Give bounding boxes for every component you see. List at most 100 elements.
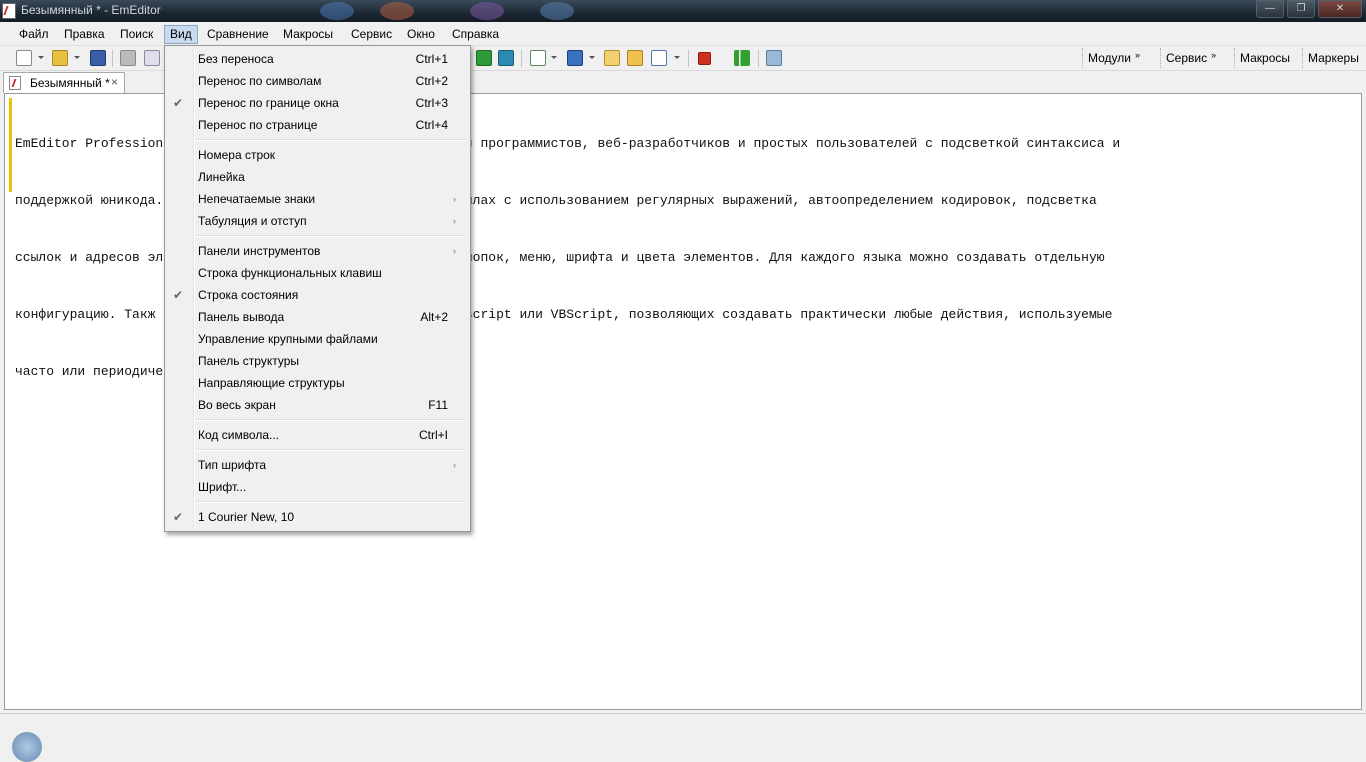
- new-file-dropdown-icon[interactable]: [38, 56, 44, 59]
- view-menu-item-label: Строка состояния: [198, 288, 299, 302]
- bookmarks-icon[interactable]: [627, 50, 643, 66]
- chevron-icon: »: [1211, 50, 1217, 60]
- tools-label: Сервис: [1166, 51, 1208, 65]
- tab-label: Безымянный *: [30, 76, 110, 90]
- view-menu-item-label: Панель вывода: [198, 310, 285, 324]
- view-menu-item-label: Направляющие структуры: [198, 376, 345, 390]
- view-menu-item[interactable]: Строка функциональных клавиш: [167, 262, 468, 284]
- print-icon[interactable]: [120, 50, 136, 66]
- view-menu-item-shortcut: Ctrl+3: [415, 96, 448, 110]
- submenu-arrow-icon: ›: [453, 460, 456, 470]
- check-icon: ✔: [173, 288, 184, 302]
- new-file-icon[interactable]: [16, 50, 32, 66]
- view-menu-item-label: Табуляция и отступ: [198, 214, 307, 228]
- config-icon[interactable]: [651, 50, 667, 66]
- menu-search[interactable]: Поиск: [114, 25, 159, 44]
- open-folder-icon[interactable]: [52, 50, 68, 66]
- document-dropdown-icon[interactable]: [551, 56, 557, 59]
- view-menu-dropdown: Без переноса Ctrl+1 Перенос по символам Ctr…: [164, 45, 471, 532]
- menu-macros[interactable]: Макросы: [277, 25, 339, 44]
- bookmark-icon[interactable]: [604, 50, 620, 66]
- view-menu-item[interactable]: Код символа... Ctrl+I: [167, 424, 468, 446]
- view-menu-item-label: Строка функциональных клавиш: [198, 266, 382, 280]
- menu-tools[interactable]: Сервис: [345, 25, 398, 44]
- toolbar-macros[interactable]: Макросы: [1234, 48, 1295, 68]
- menu-compare[interactable]: Сравнение: [201, 25, 275, 44]
- open-dropdown-icon[interactable]: [74, 56, 80, 59]
- view-menu-item[interactable]: Тип шрифта ›: [167, 454, 468, 476]
- view-menu-item-label: Перенос по странице: [198, 118, 318, 132]
- toolbar-separator: [112, 50, 113, 67]
- menu-file[interactable]: Файл: [13, 25, 55, 44]
- view-menu-item-shortcut: F11: [428, 398, 448, 412]
- record-macro-icon[interactable]: [698, 52, 711, 65]
- background-blur-icon: [380, 2, 414, 20]
- view-menu-item-shortcut: Ctrl+2: [415, 74, 448, 88]
- window-title: Безымянный * - EmEditor: [21, 3, 161, 17]
- view-menu-item[interactable]: Перенос по странице Ctrl+4: [167, 114, 468, 136]
- toolbar-plugins[interactable]: Модули»: [1082, 48, 1145, 68]
- menu-separator: [196, 449, 466, 451]
- toolbar-separator: [688, 50, 689, 67]
- modified-lines-marker: [9, 98, 12, 192]
- tab-close-icon[interactable]: ×: [111, 75, 118, 89]
- view-menu-item[interactable]: Перенос по символам Ctrl+2: [167, 70, 468, 92]
- submenu-arrow-icon: ›: [453, 216, 456, 226]
- title-bar: Безымянный * - EmEditor — ❐ ✕: [0, 0, 1366, 22]
- macros-label: Макросы: [1240, 51, 1291, 65]
- chevron-icon: »: [1134, 50, 1140, 60]
- view-menu-item[interactable]: Панели инструментов ›: [167, 240, 468, 262]
- emeditor-app-icon: [2, 3, 16, 19]
- run-macro-icon[interactable]: [734, 50, 750, 66]
- view-menu-item-shortcut: Ctrl+I: [418, 428, 448, 442]
- wrap-window-icon[interactable]: [476, 50, 492, 66]
- view-menu-item-label: Шрифт...: [198, 480, 247, 494]
- view-menu-item[interactable]: Во весь экран F11: [167, 394, 468, 416]
- menu-view[interactable]: Вид: [164, 25, 198, 44]
- menu-separator: [196, 235, 466, 237]
- start-orb-icon[interactable]: [12, 732, 42, 762]
- menu-separator: [196, 139, 466, 141]
- document-icon[interactable]: [530, 50, 546, 66]
- view-menu-item[interactable]: Направляющие структуры: [167, 372, 468, 394]
- toolbar-separator: [521, 50, 522, 67]
- view-menu-item-label: Линейка: [198, 170, 245, 184]
- view-menu-item-shortcut: Ctrl+1: [415, 52, 448, 66]
- view-menu-item[interactable]: ✔ Перенос по границе окна Ctrl+3: [167, 92, 468, 114]
- view-menu-item[interactable]: Номера строк: [167, 144, 468, 166]
- toolbar-markers[interactable]: Маркеры: [1302, 48, 1364, 68]
- view-menu-item-label: Без переноса: [198, 52, 274, 66]
- menu-edit[interactable]: Правка: [58, 25, 111, 44]
- menu-window[interactable]: Окно: [401, 25, 441, 44]
- document-tab[interactable]: Безымянный * ×: [3, 72, 125, 93]
- view-menu-item[interactable]: Непечатаемые знаки ›: [167, 188, 468, 210]
- encoding-dropdown-icon[interactable]: [589, 56, 595, 59]
- maximize-button[interactable]: ❐: [1287, 0, 1315, 18]
- config-dropdown-icon[interactable]: [674, 56, 680, 59]
- view-menu-item[interactable]: Управление крупными файлами: [167, 328, 468, 350]
- view-menu-item[interactable]: ✔ 1 Courier New, 10: [167, 506, 468, 528]
- wrap-page-icon[interactable]: [498, 50, 514, 66]
- background-blur-icon: [470, 2, 504, 20]
- toolbar-tools[interactable]: Сервис»: [1160, 48, 1221, 68]
- view-menu-item-label: Панель структуры: [198, 354, 300, 368]
- view-menu-item[interactable]: Шрифт...: [167, 476, 468, 498]
- menu-help[interactable]: Справка: [446, 25, 505, 44]
- encoding-icon[interactable]: [567, 50, 583, 66]
- submenu-arrow-icon: ›: [453, 246, 456, 256]
- print-preview-icon[interactable]: [144, 50, 160, 66]
- view-menu-item-label: Панели инструментов: [198, 244, 321, 258]
- save-icon[interactable]: [90, 50, 106, 66]
- close-button[interactable]: ✕: [1318, 0, 1362, 18]
- minimize-button[interactable]: —: [1256, 0, 1284, 18]
- view-menu-item[interactable]: Без переноса Ctrl+1: [167, 48, 468, 70]
- view-menu-item[interactable]: ✔ Строка состояния: [167, 284, 468, 306]
- view-menu-item-shortcut: Ctrl+4: [415, 118, 448, 132]
- document-icon: [9, 76, 21, 90]
- view-menu-item[interactable]: Линейка: [167, 166, 468, 188]
- macro-tool-icon[interactable]: [766, 50, 782, 66]
- view-menu-item[interactable]: Табуляция и отступ ›: [167, 210, 468, 232]
- menu-separator: [196, 501, 466, 503]
- view-menu-item[interactable]: Панель структуры: [167, 350, 468, 372]
- view-menu-item[interactable]: Панель вывода Alt+2: [167, 306, 468, 328]
